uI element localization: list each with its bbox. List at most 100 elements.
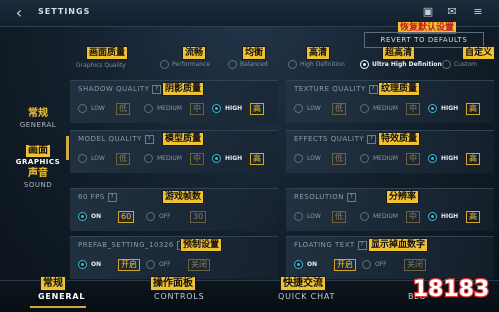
preset-custom[interactable]: Custom [442,60,477,69]
prefab-on-callout: 开启 [118,259,140,271]
help-icon[interactable]: ? [347,193,357,202]
effects-high-option[interactable]: HIGH [428,154,458,163]
help-icon[interactable]: ? [357,241,367,250]
model-quality-title: MODEL QUALITY? [78,135,154,144]
texture-quality-title: TEXTURE QUALITY? [294,85,378,94]
radio-selected-icon [428,154,437,163]
shadow-quality-callout: 阴影质量 [162,82,205,96]
chat-icon[interactable]: ✉ [444,5,460,19]
radio-icon [160,60,169,69]
effects-high-callout: 高 [466,153,480,165]
effects-quality-card: EFFECTS QUALITY? 特效质量 LOW 低 MEDIUM 中 HIG… [286,130,494,173]
texture-medium-option[interactable]: MEDIUM [360,104,398,113]
preset-balanced[interactable]: Balanced [228,60,268,69]
effects-medium-callout: 中 [406,153,420,165]
prefab-on-option[interactable]: ON [78,260,101,269]
resolution-low-option[interactable]: LOW [294,212,321,221]
radio-selected-icon [428,212,437,221]
floating-text-callout: 显示掉血数字 [368,238,429,252]
resolution-high-callout: 高 [466,211,480,223]
tab-general[interactable]: GENERAL [38,292,85,301]
menu-icon[interactable]: ≡ [470,5,486,19]
nav-sound[interactable]: 声音 SOUND [14,168,62,190]
effects-medium-option[interactable]: MEDIUM [360,154,398,163]
effects-quality-callout: 特效质量 [378,132,421,146]
tab-active-indicator [30,306,86,308]
fps-callout: 游戏帧数 [162,190,205,204]
radio-icon [442,60,451,69]
shadow-quality-card: SHADOW QUALITY? 阴影质量 LOW 低 MEDIUM 中 HIGH… [70,80,278,123]
help-icon[interactable]: ? [107,193,117,202]
radio-icon [294,154,303,163]
watermark-logo: 18183 [411,276,490,304]
graphics-quality-callout: 画面质量 [86,46,129,60]
help-icon[interactable]: ? [144,135,154,144]
shadow-medium-callout: 中 [190,103,204,115]
shadow-medium-option[interactable]: MEDIUM [144,104,182,113]
prefab-setting-title: PREFAB_SETTING_10326? [78,241,186,250]
texture-high-option[interactable]: HIGH [428,104,458,113]
shadow-quality-title: SHADOW QUALITY? [78,85,162,94]
preset-high-callout: 高清 [306,46,331,60]
prefab-setting-card: PREFAB_SETTING_10326? 预制设置 ON 开启 OFF 关闭 [70,236,278,279]
radio-icon [144,104,153,113]
resolution-callout: 分辨率 [386,190,420,204]
radio-selected-icon [360,60,369,69]
preset-high-definition[interactable]: High Definition [288,60,345,69]
radio-icon [362,260,371,269]
fps-off-callout: 30 [190,211,207,223]
nav-graphics[interactable]: 画面 GRAPHICS [14,138,62,167]
help-icon[interactable]: ? [367,135,377,144]
prefab-off-option[interactable]: OFF [146,260,171,269]
graphics-quality-label: Graphics Quality [76,62,126,69]
shadow-low-option[interactable]: LOW [78,104,105,113]
shadow-high-callout: 高 [250,103,264,115]
fps-off-option[interactable]: OFF [146,212,171,221]
model-high-callout: 高 [250,153,264,165]
model-medium-callout: 中 [190,153,204,165]
watermark-text: 18183 [413,277,490,302]
model-low-callout: 低 [116,153,130,165]
nav-general[interactable]: 常规 GENERAL [14,108,62,130]
texture-low-callout: 低 [332,103,346,115]
help-icon[interactable]: ? [368,85,378,94]
radio-icon [146,260,155,269]
prefab-off-callout: 关闭 [188,259,210,271]
effects-quality-title: EFFECTS QUALITY? [294,135,377,144]
graphics-quality-presets: 画面质量 Graphics Quality 流畅 Performance 均衡 … [70,46,496,74]
tab-controls[interactable]: CONTROLS [154,292,205,301]
floating-text-title: FLOATING TEXT? [294,241,367,250]
radio-selected-icon [212,154,221,163]
resolution-medium-callout: 中 [406,211,420,223]
fps-on-option[interactable]: ON [78,212,101,221]
model-low-option[interactable]: LOW [78,154,105,163]
radio-selected-icon [294,260,303,269]
tab-quick-chat[interactable]: QUICK CHAT [278,292,335,301]
radio-icon [294,212,303,221]
resolution-high-option[interactable]: HIGH [428,212,458,221]
preset-performance[interactable]: Performance [160,60,210,69]
tab-general-callout: 常规 [40,276,66,291]
resolution-card: RESOLUTION? 分辨率 LOW 低 MEDIUM 中 HIGH 高 [286,188,494,231]
profile-icon[interactable]: ▣ [420,5,436,19]
shadow-low-callout: 低 [116,103,130,115]
help-icon[interactable]: ? [152,85,162,94]
preset-ultra-high-definition[interactable]: Ultra High Definition [360,60,442,69]
model-high-option[interactable]: HIGH [212,154,242,163]
model-medium-option[interactable]: MEDIUM [144,154,182,163]
preset-custom-callout: 自定义 [462,46,496,60]
texture-low-option[interactable]: LOW [294,104,321,113]
radio-icon [78,104,87,113]
floating-on-option[interactable]: ON [294,260,317,269]
fps-title: 60 FPS? [78,193,117,202]
tab-controls-callout: 操作面板 [150,276,196,291]
back-arrow-icon[interactable]: ‹ [10,4,28,22]
resolution-medium-option[interactable]: MEDIUM [360,212,398,221]
radio-icon [228,60,237,69]
shadow-high-option[interactable]: HIGH [212,104,242,113]
effects-low-option[interactable]: LOW [294,154,321,163]
preset-ultra-callout: 超高清 [382,46,416,60]
preset-performance-callout: 流畅 [182,46,207,60]
floating-off-option[interactable]: OFF [362,260,387,269]
radio-icon [288,60,297,69]
